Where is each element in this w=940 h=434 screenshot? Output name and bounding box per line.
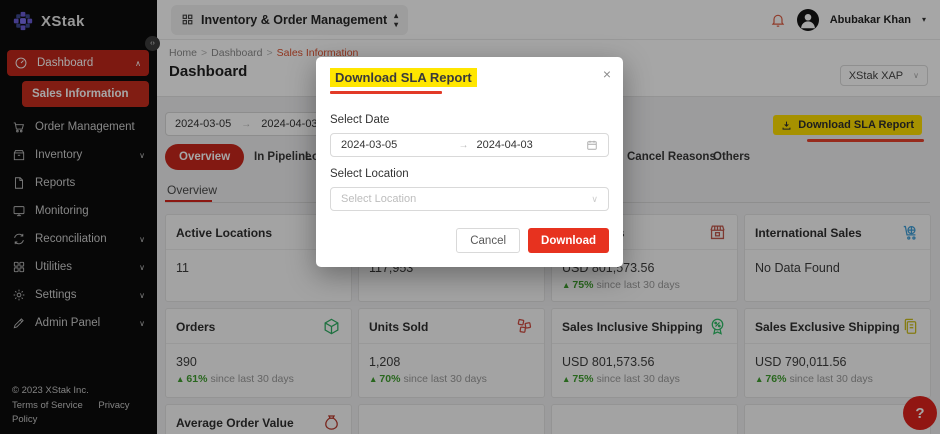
calendar-icon [586, 139, 598, 151]
download-button[interactable]: Download [528, 228, 609, 253]
modal-date-from-value: 2024-03-05 [341, 139, 451, 151]
cancel-button[interactable]: Cancel [456, 228, 520, 253]
modal-footer: Cancel Download [316, 211, 623, 267]
modal-title: Download SLA Report [330, 68, 477, 87]
modal-date-range-input[interactable]: 2024-03-05 → 2024-04-03 [330, 133, 609, 157]
close-icon[interactable]: × [603, 67, 611, 81]
select-date-label: Select Date [330, 114, 609, 126]
location-select-placeholder: Select Location [341, 193, 591, 205]
app-window: XStak Dashboard∧Sales InformationOrder M… [0, 0, 940, 434]
modal-date-to-value: 2024-04-03 [477, 139, 587, 151]
select-location-label: Select Location [330, 168, 609, 180]
arrow-right-icon: → [459, 140, 469, 151]
download-sla-report-modal: Download SLA Report × Select Date 2024-0… [316, 57, 623, 267]
modal-header: Download SLA Report × [316, 57, 623, 101]
annotation-underline [330, 91, 442, 94]
chevron-down-icon: ∨ [591, 194, 598, 205]
modal-body: Select Date 2024-03-05 → 2024-04-03 Sele… [316, 101, 623, 211]
location-select[interactable]: Select Location ∨ [330, 187, 609, 211]
